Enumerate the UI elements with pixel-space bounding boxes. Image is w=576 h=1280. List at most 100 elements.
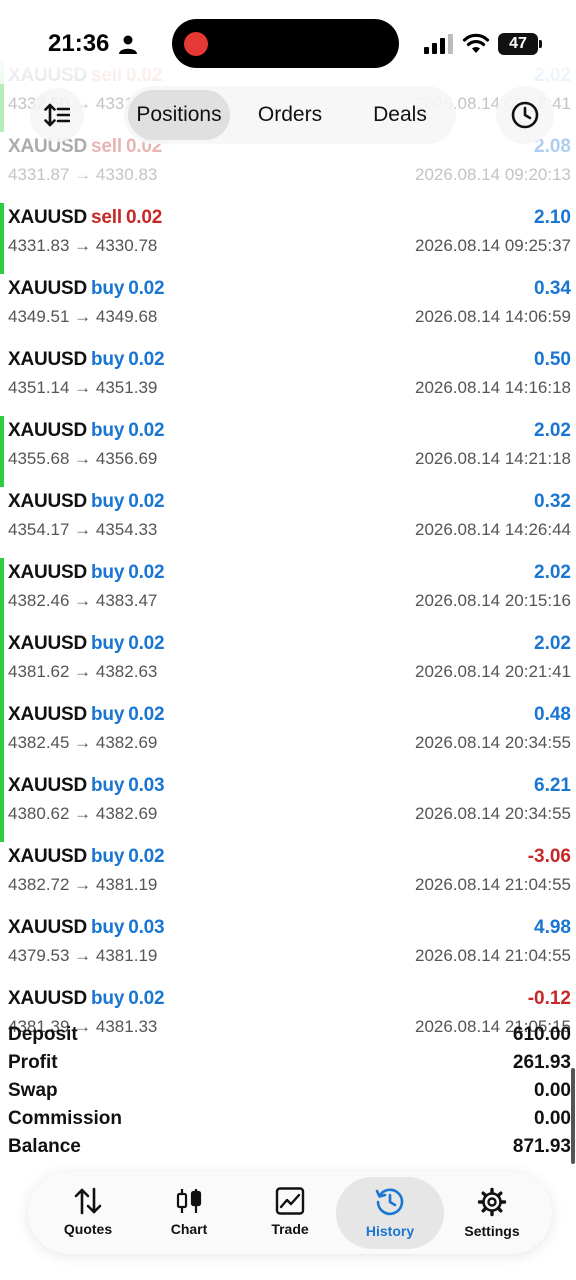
gear-icon bbox=[477, 1187, 507, 1217]
trade-time: 2026.08.14 09:20:13 bbox=[415, 165, 571, 184]
trade-time: 2026.08.14 14:06:59 bbox=[415, 307, 571, 326]
person-icon bbox=[119, 35, 137, 54]
trade-symbol: XAUUSD bbox=[8, 988, 88, 1009]
trade-row[interactable]: XAUUSD buy 0.02 2.02 4355.68 → 4356.69 2026.0… bbox=[0, 416, 576, 487]
trade-prices: 4382.45 → 4382.69 bbox=[8, 733, 158, 752]
trade-prices: 4351.14 → 4351.39 bbox=[8, 378, 158, 397]
trade-row[interactable]: XAUUSD buy 0.02 0.50 4351.14 → 4351.39 2026.0… bbox=[0, 345, 576, 416]
trade-side: buy bbox=[91, 704, 125, 725]
trade-row[interactable]: XAUUSD buy 0.02 2.02 4382.46 → 4383.47 2026.0… bbox=[0, 558, 576, 629]
trade-time: 2026.08.14 09:25:37 bbox=[415, 236, 571, 255]
trade-prices: 4331.83 → 4330.78 bbox=[8, 236, 158, 255]
trade-volume: 0.02 bbox=[128, 491, 165, 512]
trade-profit: 0.48 bbox=[534, 704, 571, 725]
trade-side: buy bbox=[91, 278, 125, 299]
wifi-icon bbox=[462, 33, 490, 53]
trade-prices: 4331.87 → 4330.83 bbox=[8, 165, 158, 184]
trade-prices: 4355.68 → 4356.69 bbox=[8, 449, 158, 468]
trade-row[interactable]: XAUUSD buy 0.03 6.21 4380.62 → 4382.69 2026.0… bbox=[0, 771, 576, 842]
trade-volume: 0.03 bbox=[128, 917, 165, 938]
sort-button[interactable] bbox=[30, 88, 84, 142]
trade-time: 2026.08.14 20:34:55 bbox=[415, 733, 571, 752]
trade-volume: 0.02 bbox=[128, 420, 165, 441]
nav-chart-label: Chart bbox=[170, 1221, 208, 1237]
summary-value: 0.00 bbox=[534, 1080, 571, 1101]
trade-title: XAUUSD buy 0.02 bbox=[8, 846, 165, 868]
cellular-signal-icon bbox=[424, 34, 453, 54]
trade-symbol: XAUUSD bbox=[8, 562, 88, 583]
summary-value: 610.00 bbox=[512, 1024, 571, 1045]
period-button[interactable] bbox=[496, 86, 554, 144]
tab-orders[interactable]: Orders bbox=[238, 90, 342, 140]
trade-prices: 4381.62 → 4382.63 bbox=[8, 662, 158, 681]
clock-time: 21:36 bbox=[48, 30, 110, 57]
summary-value: 0.00 bbox=[534, 1108, 571, 1129]
summary-row: Swap 0.00 bbox=[0, 1080, 576, 1108]
quotes-arrows-icon bbox=[74, 1187, 102, 1215]
trade-row[interactable]: XAUUSD buy 0.02 2.02 4381.62 → 4382.63 2026.0… bbox=[0, 629, 576, 700]
trade-row[interactable]: XAUUSD buy 0.03 4.98 4379.53 → 4381.19 2026.0… bbox=[0, 913, 576, 984]
trade-prices: 4379.53 → 4381.19 bbox=[8, 946, 158, 965]
trade-symbol: XAUUSD bbox=[8, 349, 88, 370]
summary-label: Balance bbox=[8, 1136, 81, 1157]
trade-title: XAUUSD buy 0.02 bbox=[8, 349, 165, 371]
trade-symbol: XAUUSD bbox=[8, 775, 88, 796]
trade-side: buy bbox=[91, 775, 125, 796]
trade-side: buy bbox=[91, 420, 125, 441]
tab-deals[interactable]: Deals bbox=[350, 90, 450, 140]
trade-volume: 0.02 bbox=[128, 988, 165, 1009]
trade-profit: 0.34 bbox=[534, 278, 571, 299]
trade-volume: 0.02 bbox=[128, 704, 165, 725]
win-indicator-bar bbox=[0, 203, 4, 274]
trade-row[interactable]: XAUUSD sell 0.02 2.10 4331.83 → 4330.78 2026.… bbox=[0, 203, 576, 274]
trade-title: XAUUSD buy 0.03 bbox=[8, 917, 165, 939]
trade-symbol: XAUUSD bbox=[8, 207, 88, 228]
win-indicator-bar bbox=[0, 771, 4, 842]
trade-profit: 2.02 bbox=[534, 420, 571, 441]
trade-symbol: XAUUSD bbox=[8, 491, 88, 512]
tab-bar: Positions Orders Deals bbox=[124, 86, 456, 144]
scrollbar-thumb[interactable] bbox=[571, 1068, 575, 1164]
trade-side: buy bbox=[91, 846, 125, 867]
trade-side: buy bbox=[91, 349, 125, 370]
trade-side: buy bbox=[91, 491, 125, 512]
trade-symbol: XAUUSD bbox=[8, 846, 88, 867]
trade-title: XAUUSD buy 0.02 bbox=[8, 491, 165, 513]
account-summary: Deposit 610.00 Profit 261.93 Swap 0.00 Commiss… bbox=[0, 1024, 576, 1164]
candlestick-icon bbox=[176, 1189, 202, 1213]
trade-volume: 0.02 bbox=[128, 633, 165, 654]
trade-time: 2026.08.14 21:04:55 bbox=[415, 875, 571, 894]
trade-row[interactable]: XAUUSD buy 0.02 0.48 4382.45 → 4382.69 2026.0… bbox=[0, 700, 576, 771]
trade-prices: 4382.72 → 4381.19 bbox=[8, 875, 158, 894]
trade-profit: 2.02 bbox=[534, 562, 571, 583]
sort-icon bbox=[44, 103, 70, 127]
trade-time: 2026.08.14 20:34:55 bbox=[415, 804, 571, 823]
nav-settings[interactable]: Settings bbox=[438, 1177, 546, 1249]
trade-row[interactable]: XAUUSD buy 0.02 0.34 4349.51 → 4349.68 2026.0… bbox=[0, 274, 576, 345]
trade-time: 2026.08.14 14:16:18 bbox=[415, 378, 571, 397]
trade-profit: 0.50 bbox=[534, 349, 571, 370]
nav-chart[interactable]: Chart bbox=[135, 1177, 243, 1249]
trade-symbol: XAUUSD bbox=[8, 278, 88, 299]
win-indicator-bar bbox=[0, 416, 4, 487]
win-indicator-bar bbox=[0, 558, 4, 629]
nav-history[interactable]: History bbox=[336, 1177, 444, 1249]
trade-row[interactable]: XAUUSD buy 0.02 0.32 4354.17 → 4354.33 2026.0… bbox=[0, 487, 576, 558]
tab-positions[interactable]: Positions bbox=[128, 90, 230, 140]
win-indicator-bar bbox=[0, 700, 4, 771]
trade-profit: -0.12 bbox=[527, 988, 571, 1009]
recording-indicator-icon bbox=[184, 32, 208, 56]
summary-row: Profit 261.93 bbox=[0, 1052, 576, 1080]
trade-volume: 0.02 bbox=[128, 846, 165, 867]
trade-time: 2026.08.14 14:21:18 bbox=[415, 449, 571, 468]
trade-symbol: XAUUSD bbox=[8, 420, 88, 441]
trade-time: 2026.08.14 21:04:55 bbox=[415, 946, 571, 965]
trade-profit: -3.06 bbox=[527, 846, 571, 867]
clock-icon bbox=[511, 101, 539, 129]
trade-row[interactable]: XAUUSD buy 0.02 -3.06 4382.72 → 4381.19 2026.… bbox=[0, 842, 576, 913]
trade-title: XAUUSD buy 0.02 bbox=[8, 633, 165, 655]
trade-volume: 0.02 bbox=[128, 349, 165, 370]
nav-quotes[interactable]: Quotes bbox=[34, 1177, 142, 1249]
nav-trade[interactable]: Trade bbox=[236, 1177, 344, 1249]
history-clock-icon bbox=[375, 1188, 404, 1216]
